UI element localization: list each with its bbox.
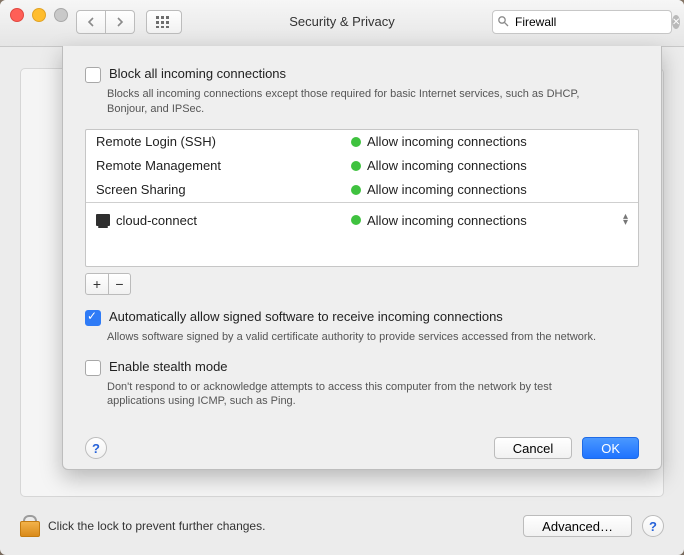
stealth-checkbox[interactable] <box>85 360 101 376</box>
clear-search-button[interactable]: ✕ <box>672 15 680 29</box>
auto-allow-checkbox[interactable] <box>85 310 101 326</box>
lock-icon[interactable] <box>20 515 38 537</box>
search-input[interactable] <box>513 14 672 30</box>
service-row[interactable]: Remote Login (SSH) Allow incoming connec… <box>86 130 638 154</box>
auto-allow-row: Automatically allow signed software to r… <box>85 309 639 326</box>
app-status-popup[interactable]: Allow incoming connections <box>367 213 527 228</box>
block-all-label: Block all incoming connections <box>109 66 286 81</box>
search-field[interactable]: ✕ <box>492 10 672 34</box>
help-button[interactable]: ? <box>85 437 107 459</box>
lock-row: Click the lock to prevent further change… <box>0 497 684 555</box>
app-name: cloud-connect <box>116 213 197 228</box>
service-name: Remote Login (SSH) <box>96 134 351 149</box>
auto-allow-label: Automatically allow signed software to r… <box>109 309 503 324</box>
status-dot-icon <box>351 137 361 147</box>
advanced-button[interactable]: Advanced… <box>523 515 632 537</box>
search-icon <box>497 15 509 30</box>
updown-arrows-icon[interactable]: ▴▾ <box>623 214 628 226</box>
service-status: Allow incoming connections <box>367 182 527 197</box>
status-dot-icon <box>351 185 361 195</box>
cancel-button[interactable]: Cancel <box>494 437 572 459</box>
prefs-body: Block all incoming connections Blocks al… <box>0 46 684 555</box>
service-name: Remote Management <box>96 158 351 173</box>
stealth-row: Enable stealth mode <box>85 359 639 376</box>
status-dot-icon <box>351 215 361 225</box>
service-row[interactable]: Remote Management Allow incoming connect… <box>86 154 638 178</box>
remove-button[interactable]: − <box>108 274 130 294</box>
ok-button[interactable]: OK <box>582 437 639 459</box>
add-remove-segment: + − <box>85 273 131 295</box>
list-empty-space <box>86 238 638 266</box>
stealth-label: Enable stealth mode <box>109 359 228 374</box>
help-button[interactable]: ? <box>642 515 664 537</box>
app-icon <box>96 214 110 226</box>
titlebar: Security & Privacy ✕ <box>0 0 684 47</box>
auto-allow-desc: Allows software signed by a valid certif… <box>107 330 612 345</box>
service-row[interactable]: Screen Sharing Allow incoming connection… <box>86 178 638 202</box>
sheet-footer: ? Cancel OK <box>85 437 639 459</box>
firewall-options-sheet: Block all incoming connections Blocks al… <box>62 46 662 470</box>
status-dot-icon <box>351 161 361 171</box>
block-all-desc: Blocks all incoming connections except t… <box>107 87 612 117</box>
lock-text: Click the lock to prevent further change… <box>48 519 265 533</box>
block-all-row: Block all incoming connections <box>85 66 639 83</box>
app-row[interactable]: cloud-connect Allow incoming connections… <box>86 203 638 238</box>
block-all-checkbox[interactable] <box>85 67 101 83</box>
firewall-app-list: Remote Login (SSH) Allow incoming connec… <box>85 129 639 267</box>
service-status: Allow incoming connections <box>367 158 527 173</box>
service-name: Screen Sharing <box>96 182 351 197</box>
preferences-window: Security & Privacy ✕ Block all incoming … <box>0 0 684 555</box>
service-status: Allow incoming connections <box>367 134 527 149</box>
stealth-desc: Don't respond to or acknowledge attempts… <box>107 380 612 410</box>
add-button[interactable]: + <box>86 274 108 294</box>
